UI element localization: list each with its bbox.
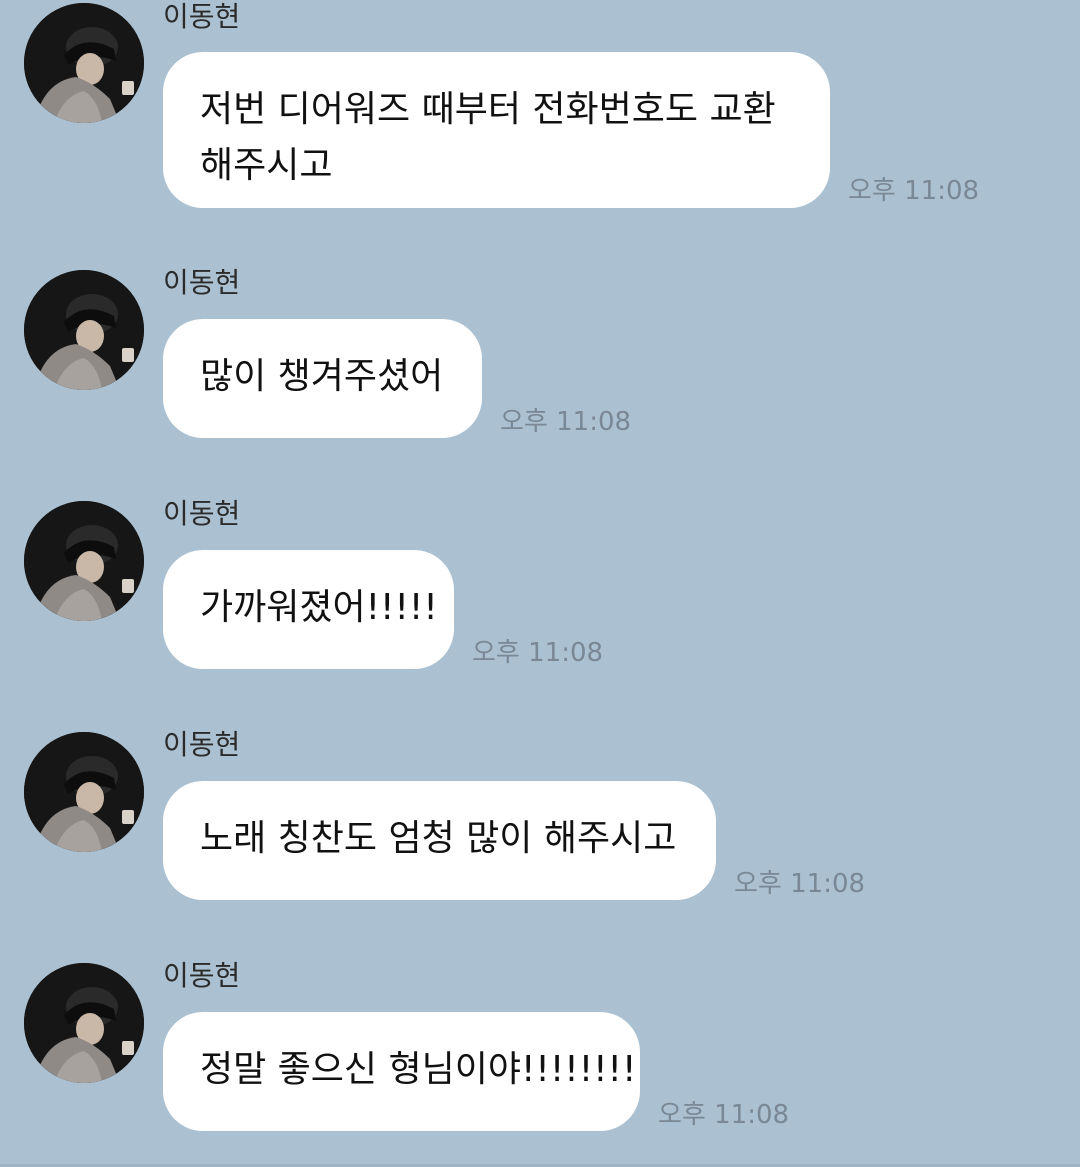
message-time: 오후 11:08 [658, 1100, 790, 1130]
message-text-line: 해주시고 [200, 145, 333, 186]
message-time: 오후 11:08 [734, 869, 866, 899]
profile-photo-icon [24, 732, 144, 852]
profile-photo-icon [24, 270, 144, 390]
message-time: 오후 11:08 [848, 176, 980, 206]
sender-avatar[interactable] [24, 963, 144, 1083]
message-text-line: 가까워졌어!!!!! [200, 587, 438, 628]
sender-avatar[interactable] [24, 501, 144, 621]
message-bubble[interactable]: 정말 좋으신 형님이야!!!!!!!! [163, 1012, 640, 1131]
profile-photo-icon [24, 963, 144, 1083]
message-bubble[interactable]: 가까워졌어!!!!! [163, 550, 454, 669]
message-time: 오후 11:08 [500, 407, 632, 437]
sender-avatar[interactable] [24, 732, 144, 852]
message-text-line: 저번 디어워즈 때부터 전화번호도 교환 [200, 89, 776, 130]
message-text-line: 많이 챙겨주셨어 [200, 356, 444, 397]
message-text-line: 정말 좋으신 형님이야!!!!!!!! [200, 1049, 637, 1090]
sender-name: 이동현 [163, 959, 241, 992]
message-bubble[interactable]: 저번 디어워즈 때부터 전화번호도 교환 해주시고 [163, 52, 830, 208]
profile-photo-icon [24, 3, 144, 123]
sender-name: 이동현 [163, 266, 241, 299]
sender-name: 이동현 [163, 728, 241, 761]
sender-name: 이동현 [163, 0, 241, 33]
profile-photo-icon [24, 501, 144, 621]
message-time: 오후 11:08 [472, 638, 604, 668]
message-bubble[interactable]: 많이 챙겨주셨어 [163, 319, 482, 438]
sender-name: 이동현 [163, 497, 241, 530]
sender-avatar[interactable] [24, 3, 144, 123]
chat-message-list[interactable]: 이동현 저번 디어워즈 때부터 전화번호도 교환 해주시고 오후 11:08 이… [0, 0, 1080, 1167]
message-text-line: 노래 칭찬도 엄청 많이 해주시고 [200, 818, 677, 859]
message-bubble[interactable]: 노래 칭찬도 엄청 많이 해주시고 [163, 781, 716, 900]
sender-avatar[interactable] [24, 270, 144, 390]
